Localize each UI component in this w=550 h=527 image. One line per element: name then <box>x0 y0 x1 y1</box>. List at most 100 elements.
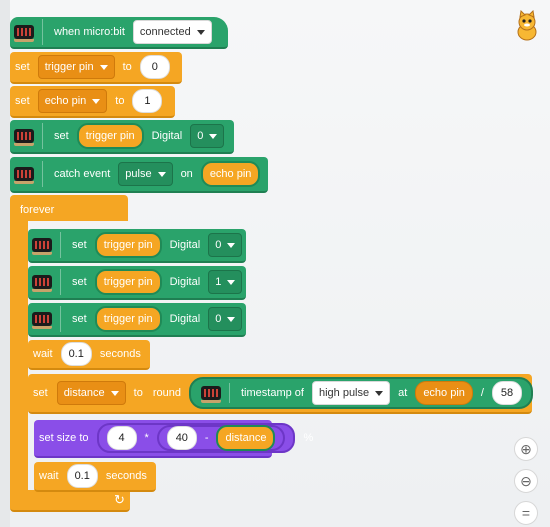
wait-block[interactable]: wait 0.1 seconds <box>34 462 156 492</box>
pin-reporter[interactable]: echo pin <box>415 381 473 405</box>
digital-value: 0 <box>215 239 222 251</box>
forever-label: forever <box>20 204 55 216</box>
minuend-input[interactable]: 40 <box>166 426 197 450</box>
separator <box>42 123 43 149</box>
value-input[interactable]: 0 <box>139 55 170 79</box>
subtract-operator[interactable]: 40 - distance <box>156 425 286 451</box>
pin-reporter[interactable]: trigger pin <box>94 232 162 258</box>
when-microbit-hat-block[interactable]: when micro:bit connected <box>10 17 228 49</box>
set-label: set <box>72 239 87 251</box>
set-size-block[interactable]: set size to 4 * 40 - distance % <box>34 420 313 458</box>
separator <box>60 232 61 258</box>
hat-label: when micro:bit <box>54 26 125 38</box>
separator <box>60 306 61 332</box>
microbit-icon <box>14 25 34 42</box>
variable-dropdown[interactable]: trigger pin <box>37 55 115 79</box>
set-digital-block[interactable]: set trigger pin Digital 0 <box>28 229 246 263</box>
digital-value-dropdown[interactable]: 1 <box>208 270 243 294</box>
loop-arrow-icon: ↻ <box>114 492 125 507</box>
catch-event-block[interactable]: catch event pulse on echo pin <box>10 157 268 193</box>
event-value: pulse <box>125 168 152 180</box>
microbit-icon <box>32 312 52 329</box>
forever-block-arm <box>10 215 28 495</box>
set-distance-block[interactable]: set distance to round timestamp of high … <box>28 374 533 414</box>
microbit-icon <box>14 129 34 146</box>
mode-label: Digital <box>169 276 201 288</box>
zoom-out-button[interactable]: ⊖ <box>514 469 538 493</box>
multiply-label: * <box>144 432 149 444</box>
variable-dropdown[interactable]: echo pin <box>37 89 108 113</box>
variable-dropdown[interactable]: distance <box>56 381 126 405</box>
set-label: set <box>15 95 30 107</box>
event-dropdown[interactable]: pulse <box>118 162 173 186</box>
set-digital-block[interactable]: set trigger pin Digital 1 <box>28 266 246 300</box>
round-label: round <box>152 387 181 399</box>
at-label: at <box>398 387 408 399</box>
digital-value: 0 <box>197 130 204 142</box>
divisor-input[interactable]: 58 <box>491 381 522 405</box>
factor-input[interactable]: 4 <box>106 426 137 450</box>
chevron-down-icon <box>227 279 236 285</box>
seconds-label: seconds <box>99 348 141 360</box>
edge-dropdown[interactable]: high pulse <box>311 381 391 405</box>
digital-value-dropdown[interactable]: 0 <box>208 233 243 257</box>
set-echo-pin-block[interactable]: set echo pin to 1 <box>10 86 175 118</box>
mode-label: Digital <box>169 239 201 251</box>
set-label: set <box>15 61 30 73</box>
forever-block-foot <box>10 490 130 512</box>
set-label: set <box>72 276 87 288</box>
microbit-icon <box>32 275 52 292</box>
microbit-icon <box>14 167 34 184</box>
timestamp-label: timestamp of <box>241 387 304 399</box>
chevron-down-icon <box>99 64 108 70</box>
microbit-icon <box>32 238 52 255</box>
variable-name: distance <box>63 387 105 399</box>
pin-reporter[interactable]: trigger pin <box>94 269 162 295</box>
chevron-down-icon <box>196 29 205 35</box>
variable-name: echo pin <box>44 95 87 107</box>
zoom-out-icon: ⊖ <box>520 472 532 489</box>
zoom-in-button[interactable]: ⊕ <box>514 437 538 461</box>
wait-seconds-input[interactable]: 0.1 <box>66 464 98 488</box>
edge-value: high pulse <box>318 387 370 399</box>
chevron-down-icon <box>227 242 236 248</box>
scratch-cat-icon <box>517 10 537 41</box>
zoom-in-icon: ⊕ <box>520 440 532 457</box>
microbit-icon <box>201 386 221 403</box>
mode-label: Digital <box>151 130 183 142</box>
wait-block[interactable]: wait 0.1 seconds <box>28 340 150 370</box>
set-digital-block[interactable]: set trigger pin Digital 0 <box>10 120 234 154</box>
divide-label: / <box>480 387 484 399</box>
wait-label: wait <box>39 470 59 482</box>
catch-label: catch event <box>54 168 111 180</box>
left-gutter <box>0 0 10 527</box>
to-label: to <box>122 61 132 73</box>
digital-value: 0 <box>215 313 222 325</box>
digital-value-dropdown[interactable]: 0 <box>208 307 243 331</box>
pin-reporter[interactable]: trigger pin <box>76 123 144 149</box>
chevron-down-icon <box>209 133 218 139</box>
to-label: to <box>115 95 125 107</box>
chevron-down-icon <box>227 316 236 322</box>
set-trigger-pin-block[interactable]: set trigger pin to 0 <box>10 52 182 84</box>
variable-name: trigger pin <box>44 61 94 73</box>
set-size-label: set size to <box>39 432 89 444</box>
digital-value: 1 <box>215 276 222 288</box>
minus-label: - <box>204 432 209 444</box>
pin-reporter[interactable]: trigger pin <box>94 306 162 332</box>
chevron-down-icon <box>375 390 384 396</box>
seconds-label: seconds <box>105 470 147 482</box>
multiply-operator[interactable]: 4 * 40 - distance <box>96 423 296 453</box>
set-label: set <box>54 130 69 142</box>
pin-reporter[interactable]: echo pin <box>200 161 261 187</box>
zoom-reset-button[interactable]: = <box>514 501 538 525</box>
set-label: set <box>72 313 87 325</box>
set-digital-block[interactable]: set trigger pin Digital 0 <box>28 303 246 337</box>
percent-label: % <box>303 432 314 444</box>
digital-value-dropdown[interactable]: 0 <box>190 124 225 148</box>
divide-operator[interactable]: timestamp of high pulse at echo pin / 58 <box>189 377 533 409</box>
connection-dropdown[interactable]: connected <box>132 20 212 44</box>
wait-seconds-input[interactable]: 0.1 <box>60 342 92 366</box>
value-input[interactable]: 1 <box>132 89 163 113</box>
distance-reporter[interactable]: distance <box>216 425 276 451</box>
